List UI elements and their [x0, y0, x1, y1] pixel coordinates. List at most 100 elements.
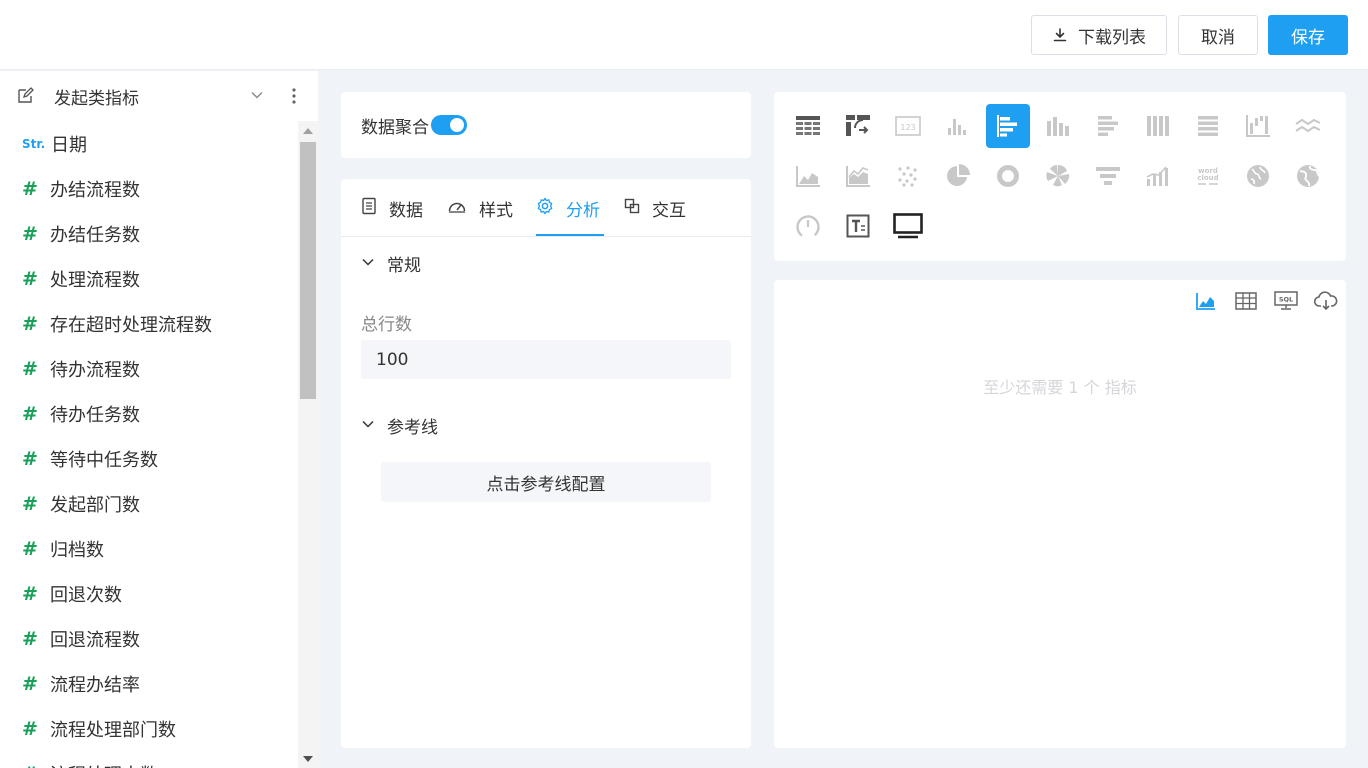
grouped-bar-chart-icon[interactable] — [1036, 104, 1080, 148]
chart-view-icon[interactable] — [1194, 290, 1218, 312]
bar-line-combo-icon[interactable] — [1136, 154, 1180, 198]
list-item-label: 处理流程数 — [50, 269, 140, 291]
tab-data[interactable]: 数据 — [361, 179, 423, 237]
aggregation-card: 数据聚合 — [341, 92, 751, 158]
number-type-icon: # — [22, 763, 50, 768]
list-item[interactable]: # 办结流程数 — [0, 166, 298, 211]
tab-analysis[interactable]: 分析 — [536, 179, 600, 237]
chart-type-picker: 123 word cloud — [774, 92, 1346, 261]
list-item[interactable]: # 存在超时处理流程数 — [0, 301, 298, 346]
list-item[interactable]: # 处理流程数 — [0, 256, 298, 301]
aggregation-toggle[interactable] — [431, 115, 467, 135]
globe-icon[interactable] — [1286, 154, 1330, 198]
map-icon[interactable] — [1236, 154, 1280, 198]
list-item[interactable]: # 流程办结率 — [0, 661, 298, 706]
percent-horizontal-bar-icon[interactable] — [1186, 104, 1230, 148]
list-item-label: 流程处理部门数 — [50, 719, 176, 741]
list-item[interactable]: # 办结任务数 — [0, 211, 298, 256]
list-item[interactable]: # 流程处理部门数 — [0, 706, 298, 751]
number-type-icon: # — [22, 537, 38, 560]
list-item-label: 待办任务数 — [50, 404, 140, 426]
number-type-icon: # — [22, 222, 38, 245]
list-item[interactable]: # 等待中任务数 — [0, 436, 298, 481]
interaction-icon — [624, 198, 640, 219]
chevron-down-icon[interactable] — [250, 88, 264, 106]
stacked-area-chart-icon[interactable] — [836, 154, 880, 198]
list-item[interactable]: #流程处理人数 — [0, 751, 298, 768]
more-vertical-icon[interactable] — [290, 87, 298, 109]
list-item[interactable]: # 待办流程数 — [0, 346, 298, 391]
list-item[interactable]: # 发起部门数 — [0, 481, 298, 526]
text-card-icon[interactable] — [836, 204, 880, 248]
funnel-chart-icon[interactable] — [1086, 154, 1130, 198]
bar-chart-icon[interactable] — [936, 104, 980, 148]
line-chart-icon[interactable] — [1286, 104, 1330, 148]
tab-style[interactable]: 样式 — [447, 179, 513, 237]
top-toolbar: 下载列表 取消 保存 — [0, 0, 1368, 70]
dataset-title[interactable]: 发起类指标 — [54, 84, 139, 109]
tab-style-label: 样式 — [479, 200, 513, 221]
tab-interaction[interactable]: 交互 — [624, 179, 686, 237]
chevron-down-icon — [361, 254, 375, 274]
table-icon[interactable] — [786, 104, 830, 148]
sidebar-scrollbar[interactable] — [298, 121, 318, 768]
number-type-icon: # — [22, 492, 38, 515]
preview-tools: SQL — [1194, 290, 1338, 312]
word-cloud-icon[interactable]: word cloud — [1186, 154, 1230, 198]
stacked-horizontal-bar-icon[interactable] — [1086, 104, 1130, 148]
rose-chart-icon[interactable] — [1036, 154, 1080, 198]
scroll-up-arrow-icon[interactable] — [303, 128, 313, 134]
cloud-download-icon[interactable] — [1314, 290, 1338, 312]
waterfall-chart-icon[interactable] — [1236, 104, 1280, 148]
list-item-label: 流程处理人数 — [50, 761, 158, 768]
list-item-label: 流程办结率 — [50, 674, 140, 696]
list-item[interactable]: # 回退次数 — [0, 571, 298, 616]
total-rows-input[interactable]: 100 — [361, 340, 731, 379]
number-card-icon[interactable]: 123 — [886, 104, 930, 148]
active-tab-indicator — [536, 234, 604, 236]
general-section-title: 常规 — [387, 256, 421, 276]
edit-icon[interactable] — [16, 87, 34, 105]
refline-section-header[interactable]: 参考线 — [361, 413, 438, 438]
toggle-knob — [450, 118, 464, 132]
list-item[interactable]: Str. 日期 — [0, 121, 298, 166]
pivot-table-icon[interactable] — [836, 104, 880, 148]
list-item-label: 办结任务数 — [50, 224, 140, 246]
tab-analysis-label: 分析 — [566, 200, 600, 221]
sql-icon[interactable]: SQL — [1274, 290, 1298, 312]
svg-text:SQL: SQL — [1279, 296, 1293, 304]
general-section-header[interactable]: 常规 — [361, 251, 421, 276]
refline-section-title: 参考线 — [387, 418, 438, 438]
number-type-icon: # — [22, 447, 38, 470]
cancel-button[interactable]: 取消 — [1178, 15, 1258, 55]
list-item-label: 存在超时处理流程数 — [50, 314, 212, 336]
list-item[interactable]: # 回退流程数 — [0, 616, 298, 661]
list-item-label: 回退次数 — [50, 584, 122, 606]
list-item[interactable]: # 待办任务数 — [0, 391, 298, 436]
scroll-down-arrow-icon[interactable] — [303, 756, 313, 762]
tab-interaction-label: 交互 — [652, 200, 686, 221]
refline-config-button[interactable]: 点击参考线配置 — [381, 462, 711, 502]
donut-chart-icon[interactable] — [986, 154, 1030, 198]
list-item-label: 待办流程数 — [50, 359, 140, 381]
sidebar-header: 发起类指标 — [0, 71, 318, 121]
screen-icon[interactable] — [886, 204, 930, 248]
number-type-icon: # — [22, 402, 38, 425]
list-item-label: 发起部门数 — [50, 494, 140, 516]
pie-chart-icon[interactable] — [936, 154, 980, 198]
data-icon — [361, 197, 377, 220]
gauge-chart-icon[interactable] — [786, 204, 830, 248]
scatter-chart-icon[interactable] — [886, 154, 930, 198]
download-list-button[interactable]: 下载列表 — [1031, 15, 1167, 55]
number-type-icon: # — [22, 177, 38, 200]
list-item[interactable]: # 归档数 — [0, 526, 298, 571]
save-button[interactable]: 保存 — [1268, 15, 1348, 55]
percent-bar-icon[interactable] — [1136, 104, 1180, 148]
scroll-thumb[interactable] — [300, 142, 316, 399]
metrics-list: Str. 日期 # 办结流程数 # 办结任务数 # 处理流程数 # 存在超时处理流程数 # 待办流程数… — [0, 121, 298, 768]
area-chart-icon[interactable] — [786, 154, 830, 198]
data-table-icon[interactable] — [1234, 290, 1258, 312]
aggregation-label: 数据聚合 — [361, 117, 429, 138]
horizontal-bar-chart-icon[interactable] — [986, 104, 1030, 148]
number-type-icon: # — [22, 312, 38, 335]
